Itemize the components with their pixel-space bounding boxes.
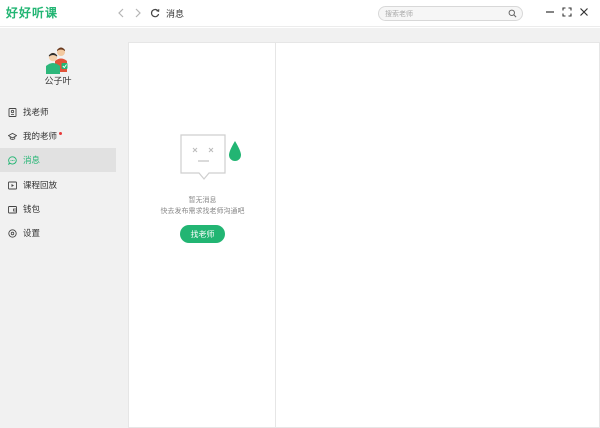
sidebar-item-label: 消息 bbox=[23, 156, 41, 166]
sidebar-item-messages[interactable]: 消息 bbox=[0, 148, 116, 172]
chevron-right-icon bbox=[135, 8, 141, 18]
sidebar-item-label: 钱包 bbox=[23, 205, 41, 215]
sidebar-item-wallet[interactable]: 钱包 bbox=[0, 197, 116, 221]
message-list-panel: 暂无消息 快去发布需求找老师沟通吧 找老师 bbox=[128, 42, 275, 428]
chevron-left-icon bbox=[118, 8, 124, 18]
message-detail-panel bbox=[275, 42, 600, 428]
sidebar-item-label: 设置 bbox=[23, 229, 41, 239]
message-icon bbox=[8, 155, 17, 165]
minimize-button[interactable] bbox=[544, 6, 556, 18]
wallet-icon bbox=[8, 205, 17, 214]
close-icon bbox=[580, 8, 588, 16]
sidebar-item-find-teacher[interactable]: 找老师 bbox=[0, 100, 116, 124]
empty-message-icon bbox=[180, 134, 241, 180]
refresh-button[interactable] bbox=[149, 7, 161, 19]
avatar[interactable] bbox=[42, 44, 72, 74]
sidebar-item-label: 找老师 bbox=[23, 108, 49, 118]
sidebar-item-label: 我的老师 bbox=[23, 132, 58, 142]
sidebar-item-label: 课程回放 bbox=[23, 181, 58, 191]
sidebar: 公子叶 找老师 我的老师 消息 课程回放 钱包 设置 bbox=[0, 28, 116, 428]
maximize-button[interactable] bbox=[561, 6, 573, 18]
maximize-icon bbox=[562, 7, 572, 17]
app-logo: 好好听课 bbox=[6, 6, 59, 20]
playback-icon bbox=[8, 181, 17, 190]
search-input[interactable] bbox=[385, 8, 503, 19]
title-bar: 好好听课 消息 bbox=[0, 0, 600, 27]
find-teacher-button[interactable]: 找老师 bbox=[180, 225, 225, 243]
refresh-icon bbox=[150, 8, 160, 18]
my-teacher-icon bbox=[8, 132, 17, 141]
minimize-icon bbox=[546, 11, 554, 13]
search-box[interactable] bbox=[378, 6, 523, 21]
empty-state-subtitle: 快去发布需求找老师沟通吧 bbox=[160, 207, 245, 215]
search-icon[interactable] bbox=[508, 9, 517, 18]
page-title: 消息 bbox=[166, 10, 185, 20]
forward-button[interactable] bbox=[132, 7, 144, 19]
username: 公子叶 bbox=[44, 77, 72, 87]
sidebar-item-playback[interactable]: 课程回放 bbox=[0, 173, 116, 197]
back-button[interactable] bbox=[115, 7, 127, 19]
sidebar-item-settings[interactable]: 设置 bbox=[0, 221, 116, 245]
notification-dot bbox=[59, 132, 63, 135]
main-content: 暂无消息 快去发布需求找老师沟通吧 找老师 bbox=[116, 28, 600, 428]
find-teacher-icon bbox=[8, 107, 17, 117]
sidebar-item-my-teacher[interactable]: 我的老师 bbox=[0, 124, 116, 148]
close-button[interactable] bbox=[578, 6, 590, 18]
settings-icon bbox=[8, 228, 17, 238]
empty-state-title: 暂无消息 bbox=[188, 196, 217, 204]
